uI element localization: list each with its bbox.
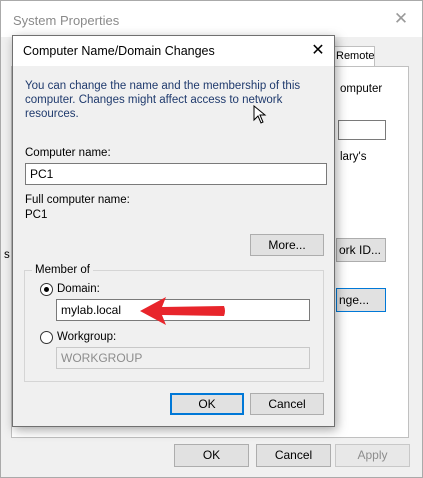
dialog-titlebar: Computer Name/Domain Changes ✕ (13, 36, 334, 66)
peek-computer-text: omputer (340, 83, 383, 95)
sysprops-ok-button[interactable]: OK (174, 444, 249, 467)
member-of-title: Member of (32, 264, 93, 276)
annotation-arrow-icon (140, 297, 225, 325)
peek-side-char: s (4, 249, 10, 261)
full-computer-name-value: PC1 (25, 209, 48, 221)
dialog-close-icon[interactable]: ✕ (308, 41, 328, 61)
domain-label: Domain: (57, 283, 100, 295)
tab-remote[interactable]: Remote (329, 46, 375, 67)
mouse-pointer-icon (253, 105, 267, 124)
workgroup-radio[interactable] (40, 331, 53, 344)
workgroup-label: Workgroup: (57, 331, 117, 343)
more-button[interactable]: More... (250, 234, 324, 256)
network-id-button-label: ork ID... (339, 243, 382, 257)
domain-radio[interactable] (40, 283, 53, 296)
computer-name-dialog: Computer Name/Domain Changes ✕ You can c… (12, 35, 335, 427)
tab-remote-label: Remote (336, 50, 375, 62)
system-properties-title: System Properties (13, 13, 120, 28)
workgroup-input[interactable]: WORKGROUP (56, 347, 310, 369)
computer-name-input[interactable]: PC1 (25, 163, 327, 185)
domain-radio-dot (44, 287, 49, 292)
dialog-cancel-button[interactable]: Cancel (250, 393, 324, 415)
more-button-label: More... (268, 238, 306, 252)
sysprops-apply-label: Apply (357, 448, 388, 462)
sysprops-cancel-button[interactable]: Cancel (256, 444, 331, 467)
dialog-title: Computer Name/Domain Changes (23, 44, 215, 58)
peek-description-field[interactable] (338, 120, 386, 140)
sysprops-apply-button[interactable]: Apply (335, 444, 410, 467)
peek-marys-text: lary's (340, 151, 367, 163)
change-button-label: nge... (339, 293, 370, 307)
dialog-ok-label: OK (198, 397, 216, 411)
change-button[interactable]: nge... (336, 288, 386, 312)
dialog-cancel-label: Cancel (268, 397, 306, 411)
system-properties-titlebar: System Properties ✕ (1, 1, 422, 37)
system-properties-close-icon[interactable]: ✕ (390, 8, 412, 30)
sysprops-cancel-label: Cancel (274, 448, 313, 462)
dialog-description: You can change the name and the membersh… (25, 80, 301, 120)
sysprops-ok-label: OK (202, 448, 221, 462)
full-computer-name-label: Full computer name: (25, 194, 130, 206)
network-id-button[interactable]: ork ID... (336, 238, 386, 262)
dialog-ok-button[interactable]: OK (170, 393, 244, 415)
computer-name-label: Computer name: (25, 147, 111, 159)
